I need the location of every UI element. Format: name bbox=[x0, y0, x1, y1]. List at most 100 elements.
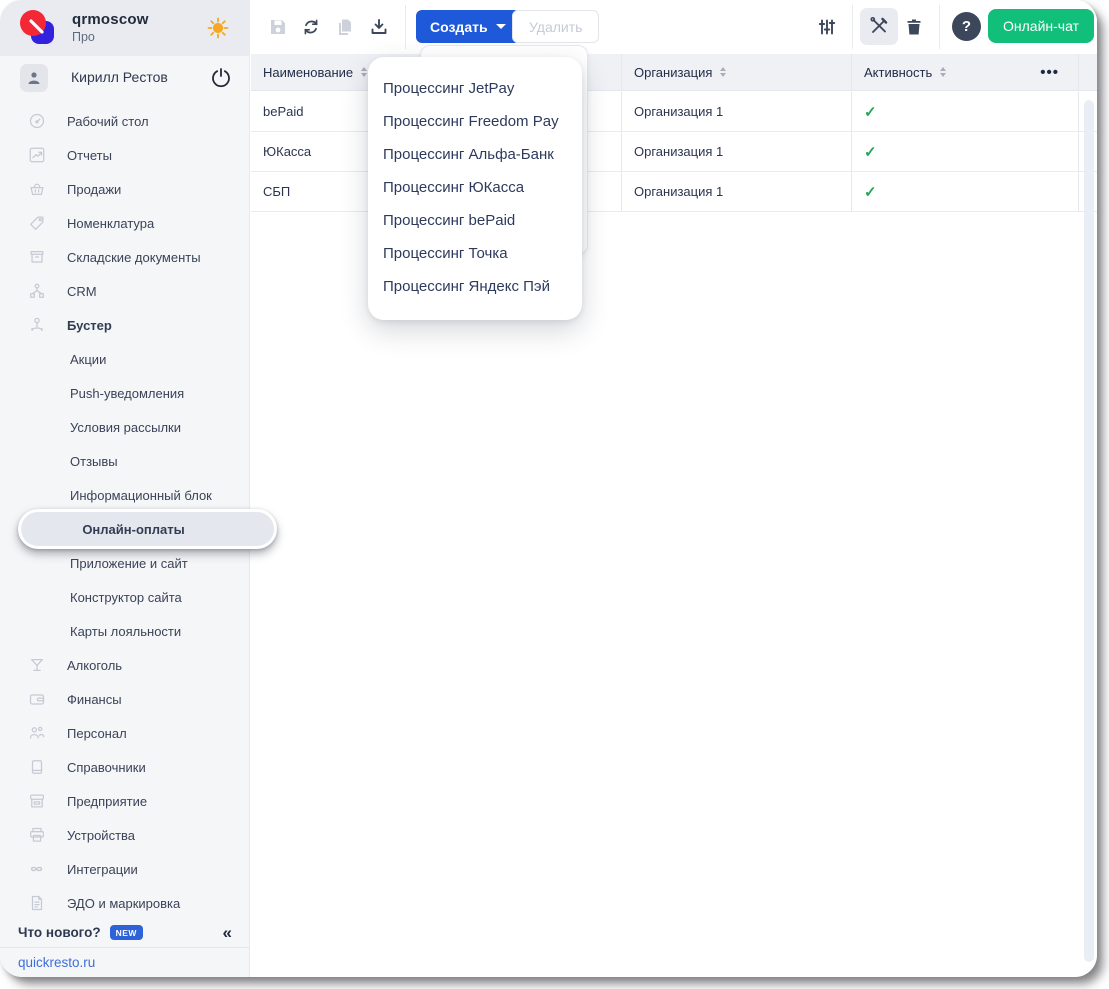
menu-item-processing-yandex-pay[interactable]: Процессинг Яндекс Пэй bbox=[368, 270, 582, 303]
online-chat-button[interactable]: Онлайн-чат bbox=[988, 9, 1094, 43]
sidebar-item-sales[interactable]: Продажи bbox=[0, 172, 250, 206]
menu-item-processing-bepaid[interactable]: Процессинг bePaid bbox=[368, 204, 582, 237]
column-options-icon[interactable]: ••• bbox=[1040, 54, 1059, 91]
sidebar-item-nomenclature[interactable]: Номенклатура bbox=[0, 206, 250, 240]
delete-button[interactable]: Удалить bbox=[512, 10, 599, 43]
sidebar-item-alcohol[interactable]: Алкоголь bbox=[0, 648, 250, 682]
sidebar-item-reports[interactable]: Отчеты bbox=[0, 138, 250, 172]
column-settings-icon[interactable] bbox=[817, 17, 837, 37]
toolbar-separator bbox=[852, 5, 853, 49]
user-row[interactable]: Кирилл Рестов bbox=[0, 60, 250, 98]
sidebar-item-site-builder[interactable]: Конструктор сайта bbox=[0, 580, 250, 614]
copy-icon[interactable] bbox=[335, 17, 355, 37]
sidebar-item-label: Справочники bbox=[67, 760, 146, 775]
quickresto-site-link[interactable]: quickresto.ru bbox=[18, 955, 95, 970]
sidebar-item-label: Push-уведомления bbox=[70, 386, 184, 401]
sidebar-item-reviews[interactable]: Отзывы bbox=[0, 444, 250, 478]
create-button-label: Создать bbox=[430, 19, 488, 35]
sort-icon bbox=[720, 67, 726, 77]
brand-block: qrmoscow Про bbox=[72, 11, 149, 44]
warehouse-box-icon bbox=[28, 248, 46, 266]
sidebar-item-edo[interactable]: ЭДО и маркировка bbox=[0, 886, 250, 920]
booster-icon bbox=[28, 316, 46, 334]
new-badge: NEW bbox=[110, 925, 143, 940]
sidebar-item-integrations[interactable]: Интеграции bbox=[0, 852, 250, 886]
active-check-icon: ✓ bbox=[852, 172, 1079, 211]
sidebar-item-warehouse[interactable]: Складские документы bbox=[0, 240, 250, 274]
sidebar-item-loyalty-cards[interactable]: Карты лояльности bbox=[0, 614, 250, 648]
sidebar-item-label: Отзывы bbox=[70, 454, 118, 469]
sidebar-item-staff[interactable]: Персонал bbox=[0, 716, 250, 750]
edo-document-icon bbox=[28, 894, 46, 912]
menu-item-processing-yookassa[interactable]: Процессинг ЮКасса bbox=[368, 171, 582, 204]
user-avatar-icon bbox=[20, 64, 48, 92]
sidebar-header: qrmoscow Про bbox=[0, 0, 250, 56]
sidebar-item-crm[interactable]: CRM bbox=[0, 274, 250, 308]
menu-item-processing-tochka[interactable]: Процессинг Точка bbox=[368, 237, 582, 270]
export-download-icon[interactable] bbox=[369, 17, 389, 37]
sort-icon bbox=[940, 67, 946, 77]
save-icon[interactable] bbox=[268, 17, 288, 37]
enterprise-store-icon bbox=[28, 792, 46, 810]
sidebar-item-enterprise[interactable]: Предприятие bbox=[0, 784, 250, 818]
tools-button[interactable] bbox=[860, 8, 898, 45]
trash-icon[interactable] bbox=[904, 17, 924, 37]
active-check-icon: ✓ bbox=[852, 132, 1079, 171]
sidebar-item-label: Предприятие bbox=[67, 794, 147, 809]
wallet-icon bbox=[28, 690, 46, 708]
sidebar-item-label: Бустер bbox=[67, 318, 112, 333]
sidebar-item-label: Складские документы bbox=[67, 250, 201, 265]
sort-icon bbox=[361, 67, 367, 77]
sidebar-item-desktop[interactable]: Рабочий стол bbox=[0, 104, 250, 138]
sidebar-item-finance[interactable]: Финансы bbox=[0, 682, 250, 716]
user-name: Кирилл Рестов bbox=[71, 69, 168, 85]
printer-icon bbox=[28, 826, 46, 844]
column-label: Организация bbox=[634, 65, 712, 80]
sidebar-item-directories[interactable]: Справочники bbox=[0, 750, 250, 784]
sidebar-item-online-payments-selected[interactable]: Онлайн-оплаты bbox=[18, 509, 277, 549]
desktop-icon bbox=[28, 112, 46, 130]
menu-item-processing-jetpay[interactable]: Процессинг JetPay bbox=[368, 72, 582, 105]
sidebar-nav: Рабочий стол Отчеты Продажи Номенклатура… bbox=[0, 104, 250, 920]
sidebar-item-label: Алкоголь bbox=[67, 658, 122, 673]
sidebar-item-label: Онлайн-оплаты bbox=[82, 522, 184, 537]
column-header-organization[interactable]: Организация bbox=[622, 54, 852, 90]
sidebar-item-label: Приложение и сайт bbox=[70, 556, 188, 571]
vertical-scrollbar[interactable] bbox=[1084, 100, 1094, 962]
create-button[interactable]: Создать bbox=[416, 10, 520, 43]
sidebar-item-label: Персонал bbox=[67, 726, 127, 741]
create-dropdown-menu: Процессинг JetPay Процессинг Freedom Pay… bbox=[368, 57, 582, 320]
tag-icon bbox=[28, 214, 46, 232]
whats-new-link[interactable]: Что нового? bbox=[18, 925, 101, 940]
toolbar: Создать Удалить ? Онлайн-чат bbox=[251, 0, 1097, 54]
chevron-down-icon bbox=[496, 24, 506, 29]
sales-basket-icon bbox=[28, 180, 46, 198]
sidebar-item-app-and-site[interactable]: Приложение и сайт bbox=[0, 546, 250, 580]
sidebar-item-label: Финансы bbox=[67, 692, 122, 707]
plan-label: Про bbox=[72, 30, 149, 44]
help-button[interactable]: ? bbox=[952, 12, 981, 41]
sidebar-item-label: ЭДО и маркировка bbox=[67, 896, 180, 911]
crm-icon bbox=[28, 282, 46, 300]
sidebar-item-booster[interactable]: Бустер bbox=[0, 308, 250, 342]
collapse-sidebar-icon[interactable]: « bbox=[223, 923, 232, 943]
toolbar-separator bbox=[939, 5, 940, 49]
sidebar-item-mailing-conditions[interactable]: Условия рассылки bbox=[0, 410, 250, 444]
menu-item-processing-freedom-pay[interactable]: Процессинг Freedom Pay bbox=[368, 105, 582, 138]
menu-item-processing-alfa-bank[interactable]: Процессинг Альфа-Банк bbox=[368, 138, 582, 171]
sidebar-item-label: Рабочий стол bbox=[67, 114, 149, 129]
logout-power-icon[interactable] bbox=[210, 66, 232, 88]
sidebar-item-promotions[interactable]: Акции bbox=[0, 342, 250, 376]
brand-name: qrmoscow bbox=[72, 11, 149, 28]
sidebar-item-label: Акции bbox=[70, 352, 106, 367]
sidebar-item-devices[interactable]: Устройства bbox=[0, 818, 250, 852]
sidebar-item-push-notifications[interactable]: Push-уведомления bbox=[0, 376, 250, 410]
sidebar-item-label: Информационный блок bbox=[70, 488, 212, 503]
sidebar-item-info-block[interactable]: Информационный блок bbox=[0, 478, 250, 512]
sidebar-footer: Что нового? NEW « quickresto.ru bbox=[0, 918, 250, 977]
column-label: Активность bbox=[864, 65, 932, 80]
cell-organization: Организация 1 bbox=[622, 172, 852, 211]
theme-sun-icon[interactable] bbox=[206, 16, 230, 40]
refresh-icon[interactable] bbox=[301, 17, 321, 37]
reports-icon bbox=[28, 146, 46, 164]
